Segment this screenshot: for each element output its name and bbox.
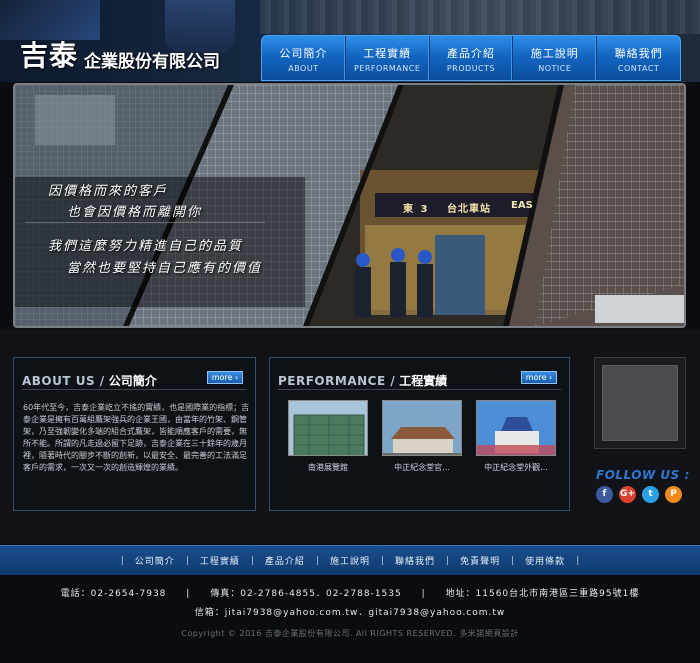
performance-title-zh: 工程實績	[399, 374, 448, 388]
social-links: f G+ t P	[596, 486, 682, 503]
performance-thumbnails: 南港展覽館 中正紀念堂官... 中正紀念堂外觀...	[288, 400, 556, 480]
about-more-button[interactable]: more ›	[207, 371, 243, 384]
slogan-divider	[25, 222, 265, 223]
footer-nav-item[interactable]: 聯絡我們	[395, 554, 435, 567]
slogan-line-4: 當然也要堅持自己應有的價值	[67, 261, 263, 276]
nav-item-about[interactable]: 公司簡介 ABOUT	[262, 36, 346, 80]
performance-thumbnail-image[interactable]	[476, 400, 556, 456]
about-header: ABOUT US / 公司簡介 more ›	[22, 370, 247, 390]
footer-nav-item[interactable]: 工程實績	[200, 554, 240, 567]
contact-separator: |	[186, 589, 191, 599]
nav-item-products[interactable]: 產品介紹 PRODUCTS	[430, 36, 514, 80]
plurk-icon[interactable]: P	[665, 486, 682, 503]
side-box	[594, 357, 686, 449]
follow-us-label: FOLLOW US :	[596, 468, 690, 482]
performance-caption: 南港展覽館	[308, 463, 348, 472]
nav-label: 工程實績	[363, 47, 412, 60]
performance-item[interactable]: 中正紀念堂外觀...	[476, 400, 556, 480]
footer-nav-separator: |	[446, 555, 450, 566]
hero-banner: 東 3 台北車站 EAS 因價格而來的客戶 也會因價格而離開你 我們這麼努力精進…	[13, 83, 686, 328]
thumbnail-graphic	[477, 401, 555, 455]
footer-nav-separator: |	[511, 555, 515, 566]
about-panel: ABOUT US / 公司簡介 more › 60年代至今，吉泰企業屹立不搖的實績…	[13, 357, 256, 511]
footer-nav-item[interactable]: 公司簡介	[135, 554, 175, 567]
footer-nav-separator: |	[576, 555, 580, 566]
about-title-en: ABOUT US /	[22, 374, 105, 388]
nav-sublabel: ABOUT	[288, 64, 319, 73]
facebook-icon[interactable]: f	[596, 486, 613, 503]
nav-sublabel: PERFORMANCE	[353, 64, 421, 73]
slogan-line-3: 我們這麼努力精進自己的品質	[48, 239, 244, 254]
logo-name-big: 吉泰	[20, 39, 79, 72]
contact-address: 地址：11560台北市南港區三重路95號1樓	[445, 589, 640, 599]
station-sign-mid: 台北車站	[447, 204, 491, 215]
site-header: 吉泰 企業股份有限公司 公司簡介 ABOUT 工程實績 PERFORMANCE …	[0, 0, 700, 82]
performance-panel: PERFORMANCE / 工程實績 more › 南港展覽館 中正紀念堂官..…	[269, 357, 570, 511]
thumbnail-graphic	[289, 401, 367, 455]
performance-caption: 中正紀念堂外觀...	[484, 463, 548, 472]
nav-item-performance[interactable]: 工程實績 PERFORMANCE	[346, 36, 430, 80]
footer-nav-item[interactable]: 施工說明	[330, 554, 370, 567]
performance-more-button[interactable]: more ›	[521, 371, 557, 384]
performance-thumbnail-image[interactable]	[382, 400, 462, 456]
google-plus-icon[interactable]: G+	[619, 486, 636, 503]
copyright-text: Copyright © 2016 吉泰企業股份有限公司. All RIGHTS …	[181, 629, 519, 638]
thumbnail-graphic	[383, 401, 461, 455]
nav-label: 產品介紹	[446, 47, 495, 60]
main-nav: 公司簡介 ABOUT 工程實績 PERFORMANCE 產品介紹 PRODUCT…	[261, 35, 681, 81]
nav-sublabel: NOTICE	[538, 64, 572, 73]
performance-caption: 中正紀念堂官...	[394, 463, 450, 472]
nav-label: 施工說明	[530, 47, 579, 60]
about-text: 60年代至今，吉泰企業屹立不搖的實績，也是國際業的指標；吉泰企業是擁有百萬組鷹架…	[23, 403, 250, 472]
banner-slogan: 因價格而來的客戶 也會因價格而離開你 我們這麼努力精進自己的品質 當然也要堅持自…	[15, 180, 315, 320]
side-box-placeholder	[602, 365, 678, 441]
performance-item[interactable]: 南港展覽館	[288, 400, 368, 480]
performance-thumbnail-image[interactable]	[288, 400, 368, 456]
footer-nav: | 公司簡介 | 工程實績 | 產品介紹 | 施工說明 | 聯絡我們 | 免責聲…	[0, 545, 700, 575]
nav-sublabel: CONTACT	[617, 64, 660, 73]
station-sign-right: EAS	[511, 200, 533, 211]
nav-label: 公司簡介	[279, 47, 328, 60]
footer-nav-item[interactable]: 使用條款	[525, 554, 565, 567]
contact-email[interactable]: 信箱：jitai7938@yahoo.com.tw．gitai7938@yaho…	[0, 605, 700, 618]
logo-name-small: 企業股份有限公司	[84, 52, 221, 72]
twitter-icon[interactable]: t	[642, 486, 659, 503]
slogan-line-2: 也會因價格而離開你	[67, 205, 203, 220]
footer-nav-separator: |	[250, 555, 254, 566]
footer-nav-separator: |	[381, 555, 385, 566]
nav-label: 聯絡我們	[614, 47, 663, 60]
nav-item-contact[interactable]: 聯絡我們 CONTACT	[597, 36, 680, 80]
nav-item-notice[interactable]: 施工說明 NOTICE	[513, 36, 598, 80]
header-city-background	[260, 0, 700, 34]
footer-nav-separator: |	[120, 555, 124, 566]
footer-nav-item[interactable]: 免責聲明	[460, 554, 500, 567]
performance-header: PERFORMANCE / 工程實績 more ›	[278, 370, 561, 390]
performance-title-en: PERFORMANCE /	[278, 374, 396, 388]
footer-nav-separator: |	[185, 555, 189, 566]
contact-fax: 傳真：02-2786-4855．02-2788-1535	[210, 589, 402, 599]
slogan-line-1: 因價格而來的客戶	[48, 184, 169, 199]
footer-nav-separator: |	[315, 555, 319, 566]
nav-sublabel: PRODUCTS	[446, 64, 496, 73]
contact-separator: |	[421, 589, 426, 599]
station-sign-left: 東 3	[403, 204, 430, 215]
about-title-zh: 公司簡介	[108, 374, 157, 388]
site-logo[interactable]: 吉泰 企業股份有限公司	[20, 39, 221, 74]
performance-item[interactable]: 中正紀念堂官...	[382, 400, 462, 480]
contact-info: 電話：02-2654-7938 | 傳真：02-2786-4855．02-278…	[0, 586, 700, 599]
footer-nav-item[interactable]: 產品介紹	[265, 554, 305, 567]
contact-phone: 電話：02-2654-7938	[60, 589, 167, 599]
